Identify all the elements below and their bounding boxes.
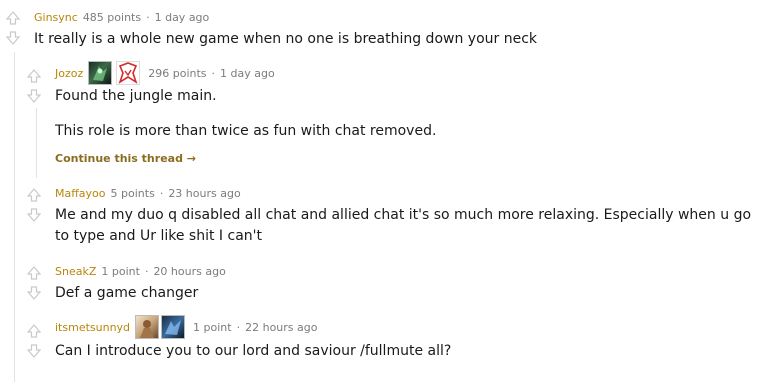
vote-column <box>6 11 20 45</box>
champion-flair-icon <box>135 315 160 339</box>
meta-separator: · <box>211 66 216 80</box>
comment-body: Can I introduce you to our lord and savi… <box>55 343 452 359</box>
comment-meta: Maffayoo 5 points · 23 hours ago <box>55 187 241 200</box>
downvote-icon[interactable] <box>27 89 41 103</box>
upvote-icon[interactable] <box>27 266 41 280</box>
comment-body-paragraph-2: This role is more than twice as fun with… <box>55 123 437 139</box>
meta-separator: · <box>159 187 164 200</box>
vote-column <box>27 69 41 103</box>
continue-thread-link[interactable]: Continue this thread → <box>55 152 196 165</box>
timestamp[interactable]: 20 hours ago <box>153 265 225 278</box>
downvote-icon[interactable] <box>27 208 41 222</box>
author-link[interactable]: SneakZ <box>55 265 96 278</box>
comment-body-paragraph-1: Found the jungle main. <box>55 88 217 104</box>
vote-column <box>27 188 41 222</box>
upvote-icon[interactable] <box>27 69 41 83</box>
downvote-icon[interactable] <box>27 344 41 358</box>
timestamp[interactable]: 1 day ago <box>220 67 275 80</box>
meta-separator: · <box>146 11 150 24</box>
points-label: 1 point <box>101 265 140 278</box>
champion-flair-icon <box>88 61 113 85</box>
thread-line-child-1 <box>36 108 37 178</box>
user-flair <box>88 61 141 85</box>
upvote-icon[interactable] <box>27 324 41 338</box>
points-label: 1 point <box>193 320 232 334</box>
timestamp[interactable]: 23 hours ago <box>168 187 240 200</box>
timestamp[interactable]: 1 day ago <box>155 11 210 24</box>
author-link[interactable]: Maffayoo <box>55 187 106 200</box>
comment-body: Me and my duo q disabled all chat and al… <box>55 207 752 244</box>
comment-meta: SneakZ 1 point · 20 hours ago <box>55 265 226 278</box>
rune-flair-icon <box>116 61 141 85</box>
comment-meta: Jozoz 296 points · 1 day ago <box>55 61 275 85</box>
thread-line-root <box>14 52 15 62</box>
meta-separator: · <box>144 265 149 278</box>
points-label: 485 points <box>82 11 142 24</box>
comment-meta: Ginsync 485 points · 1 day ago <box>34 11 209 24</box>
author-link[interactable]: Jozoz <box>55 67 83 80</box>
comment-body: Def a game changer <box>55 285 199 301</box>
points-label: 296 points <box>148 66 207 80</box>
timestamp[interactable]: 22 hours ago <box>245 321 317 334</box>
upvote-icon[interactable] <box>27 188 41 202</box>
meta-separator: · <box>236 320 241 334</box>
user-flair <box>135 315 186 339</box>
champion-flair-icon-2 <box>161 315 186 339</box>
comment-body: It really is a whole new game when no on… <box>34 31 538 47</box>
upvote-icon[interactable] <box>6 11 20 25</box>
author-link[interactable]: itsmetsunnyd <box>55 321 130 334</box>
vote-column <box>27 324 41 358</box>
vote-column <box>27 266 41 300</box>
thread-line-nested <box>14 62 15 382</box>
points-label: 5 points <box>110 187 155 200</box>
downvote-icon[interactable] <box>27 286 41 300</box>
comment-meta: itsmetsunnyd 1 point · 22 hours ago <box>55 315 317 339</box>
downvote-icon[interactable] <box>6 31 20 45</box>
author-link[interactable]: Ginsync <box>34 11 78 24</box>
